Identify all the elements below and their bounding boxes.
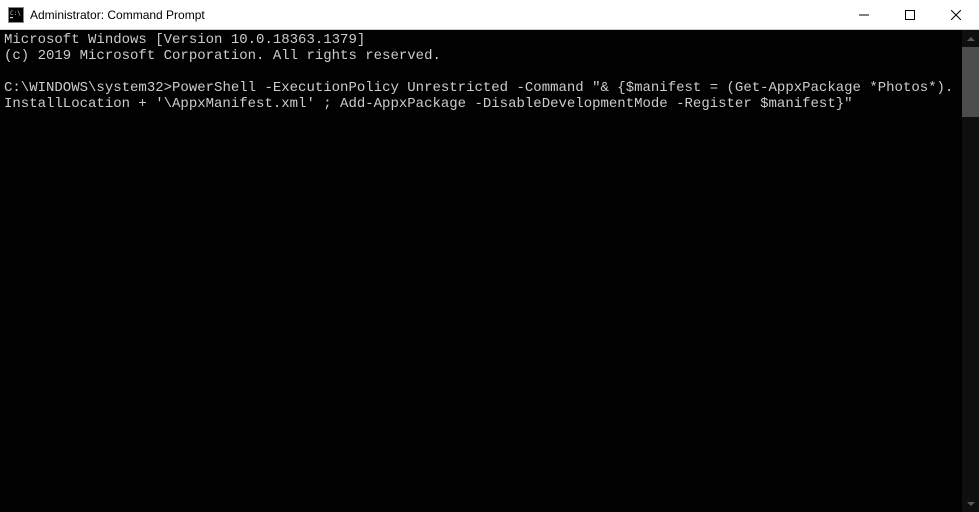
console-output[interactable]: Microsoft Windows [Version 10.0.18363.13… (0, 30, 962, 512)
minimize-button[interactable] (841, 0, 887, 29)
console-area: Microsoft Windows [Version 10.0.18363.13… (0, 30, 979, 512)
cmd-icon: C:\ (8, 7, 24, 23)
console-line: Microsoft Windows [Version 10.0.18363.13… (4, 32, 365, 48)
maximize-button[interactable] (887, 0, 933, 29)
svg-text:C:\: C:\ (10, 10, 21, 17)
command-prompt-window: C:\ Administrator: Command Prompt Micros… (0, 0, 979, 512)
window-controls (841, 0, 979, 29)
window-title: Administrator: Command Prompt (30, 8, 205, 22)
vertical-scrollbar[interactable] (962, 30, 979, 512)
scroll-thumb[interactable] (962, 47, 979, 117)
scroll-up-arrow-icon[interactable] (962, 30, 979, 47)
scroll-down-arrow-icon[interactable] (962, 495, 979, 512)
titlebar[interactable]: C:\ Administrator: Command Prompt (0, 0, 979, 30)
console-line: (c) 2019 Microsoft Corporation. All righ… (4, 48, 441, 64)
console-prompt: C:\WINDOWS\system32> (4, 80, 172, 96)
close-button[interactable] (933, 0, 979, 29)
